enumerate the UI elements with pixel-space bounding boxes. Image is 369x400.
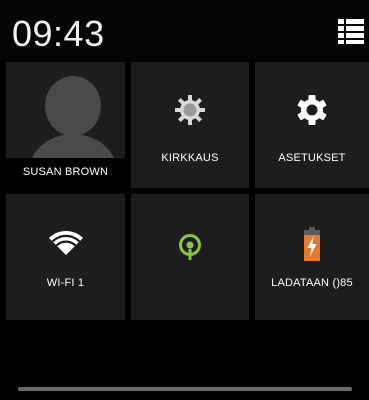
brightness-tile[interactable]: KIRKKAUS — [131, 62, 249, 188]
drag-handle[interactable] — [18, 387, 352, 391]
battery-charging-icon — [304, 227, 320, 261]
wifi-icon — [49, 230, 83, 255]
status-header: 09:43 — [0, 0, 369, 60]
location-icon — [177, 234, 203, 260]
settings-tile[interactable]: ASETUKSET — [255, 62, 369, 188]
user-name-label: SUSAN BROWN — [22, 166, 109, 178]
settings-label: ASETUKSET — [278, 152, 346, 164]
user-avatar-icon — [28, 76, 118, 168]
location-tile[interactable] — [131, 194, 249, 320]
wifi-label: WI-FI 1 — [46, 277, 85, 289]
battery-tile[interactable]: LADATAAN ()85 — [255, 194, 369, 320]
battery-label: LADATAAN ()85 — [271, 277, 353, 289]
clock-time: 09:43 — [12, 13, 105, 54]
user-tile[interactable]: SUSAN BROWN — [6, 62, 125, 188]
brightness-label: KIRKKAUS — [161, 152, 219, 164]
gear-icon — [296, 94, 328, 126]
list-menu-icon[interactable] — [338, 18, 364, 44]
brightness-icon — [174, 94, 206, 126]
wifi-tile[interactable]: WI-FI 1 — [6, 194, 125, 320]
